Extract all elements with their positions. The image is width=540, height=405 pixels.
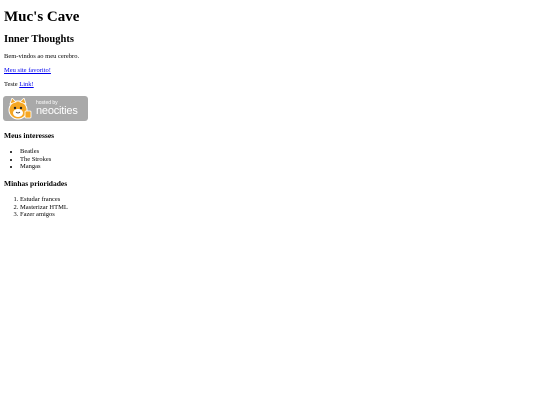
section-title: Inner Thoughts (4, 34, 74, 45)
list-item: Fazer amigos (20, 211, 68, 219)
list-item: Mangas (20, 163, 51, 171)
favorite-site-link[interactable]: Meu site favorito! (4, 67, 51, 74)
intro-text: Bem-vindos ao meu cerebro. (4, 53, 80, 60)
test-link[interactable]: Link! (19, 81, 33, 88)
badge-big-text: neocities (36, 105, 78, 117)
test-paragraph: Teste Link! (4, 81, 34, 89)
priorities-list: Estudar frances Masterizar HTML Fazer am… (4, 196, 68, 219)
neocities-cat-icon (8, 97, 32, 119)
list-item: Estudar frances (20, 196, 68, 204)
badge-text: hosted by neocities (36, 100, 78, 117)
interests-title: Meus interesses (4, 131, 55, 140)
favorite-paragraph: Meu site favorito! (4, 67, 51, 75)
site-title: Muc's Cave (4, 9, 80, 25)
list-item: Masterizar HTML (20, 204, 68, 212)
interests-list: Beatles The Strokes Mangas (4, 148, 51, 171)
list-item: Beatles (20, 148, 51, 156)
neocities-badge[interactable]: hosted by neocities (3, 96, 88, 121)
priorities-title: Minhas prioridades (4, 179, 68, 188)
test-prefix: Teste (4, 81, 20, 88)
list-item: The Strokes (20, 156, 51, 164)
